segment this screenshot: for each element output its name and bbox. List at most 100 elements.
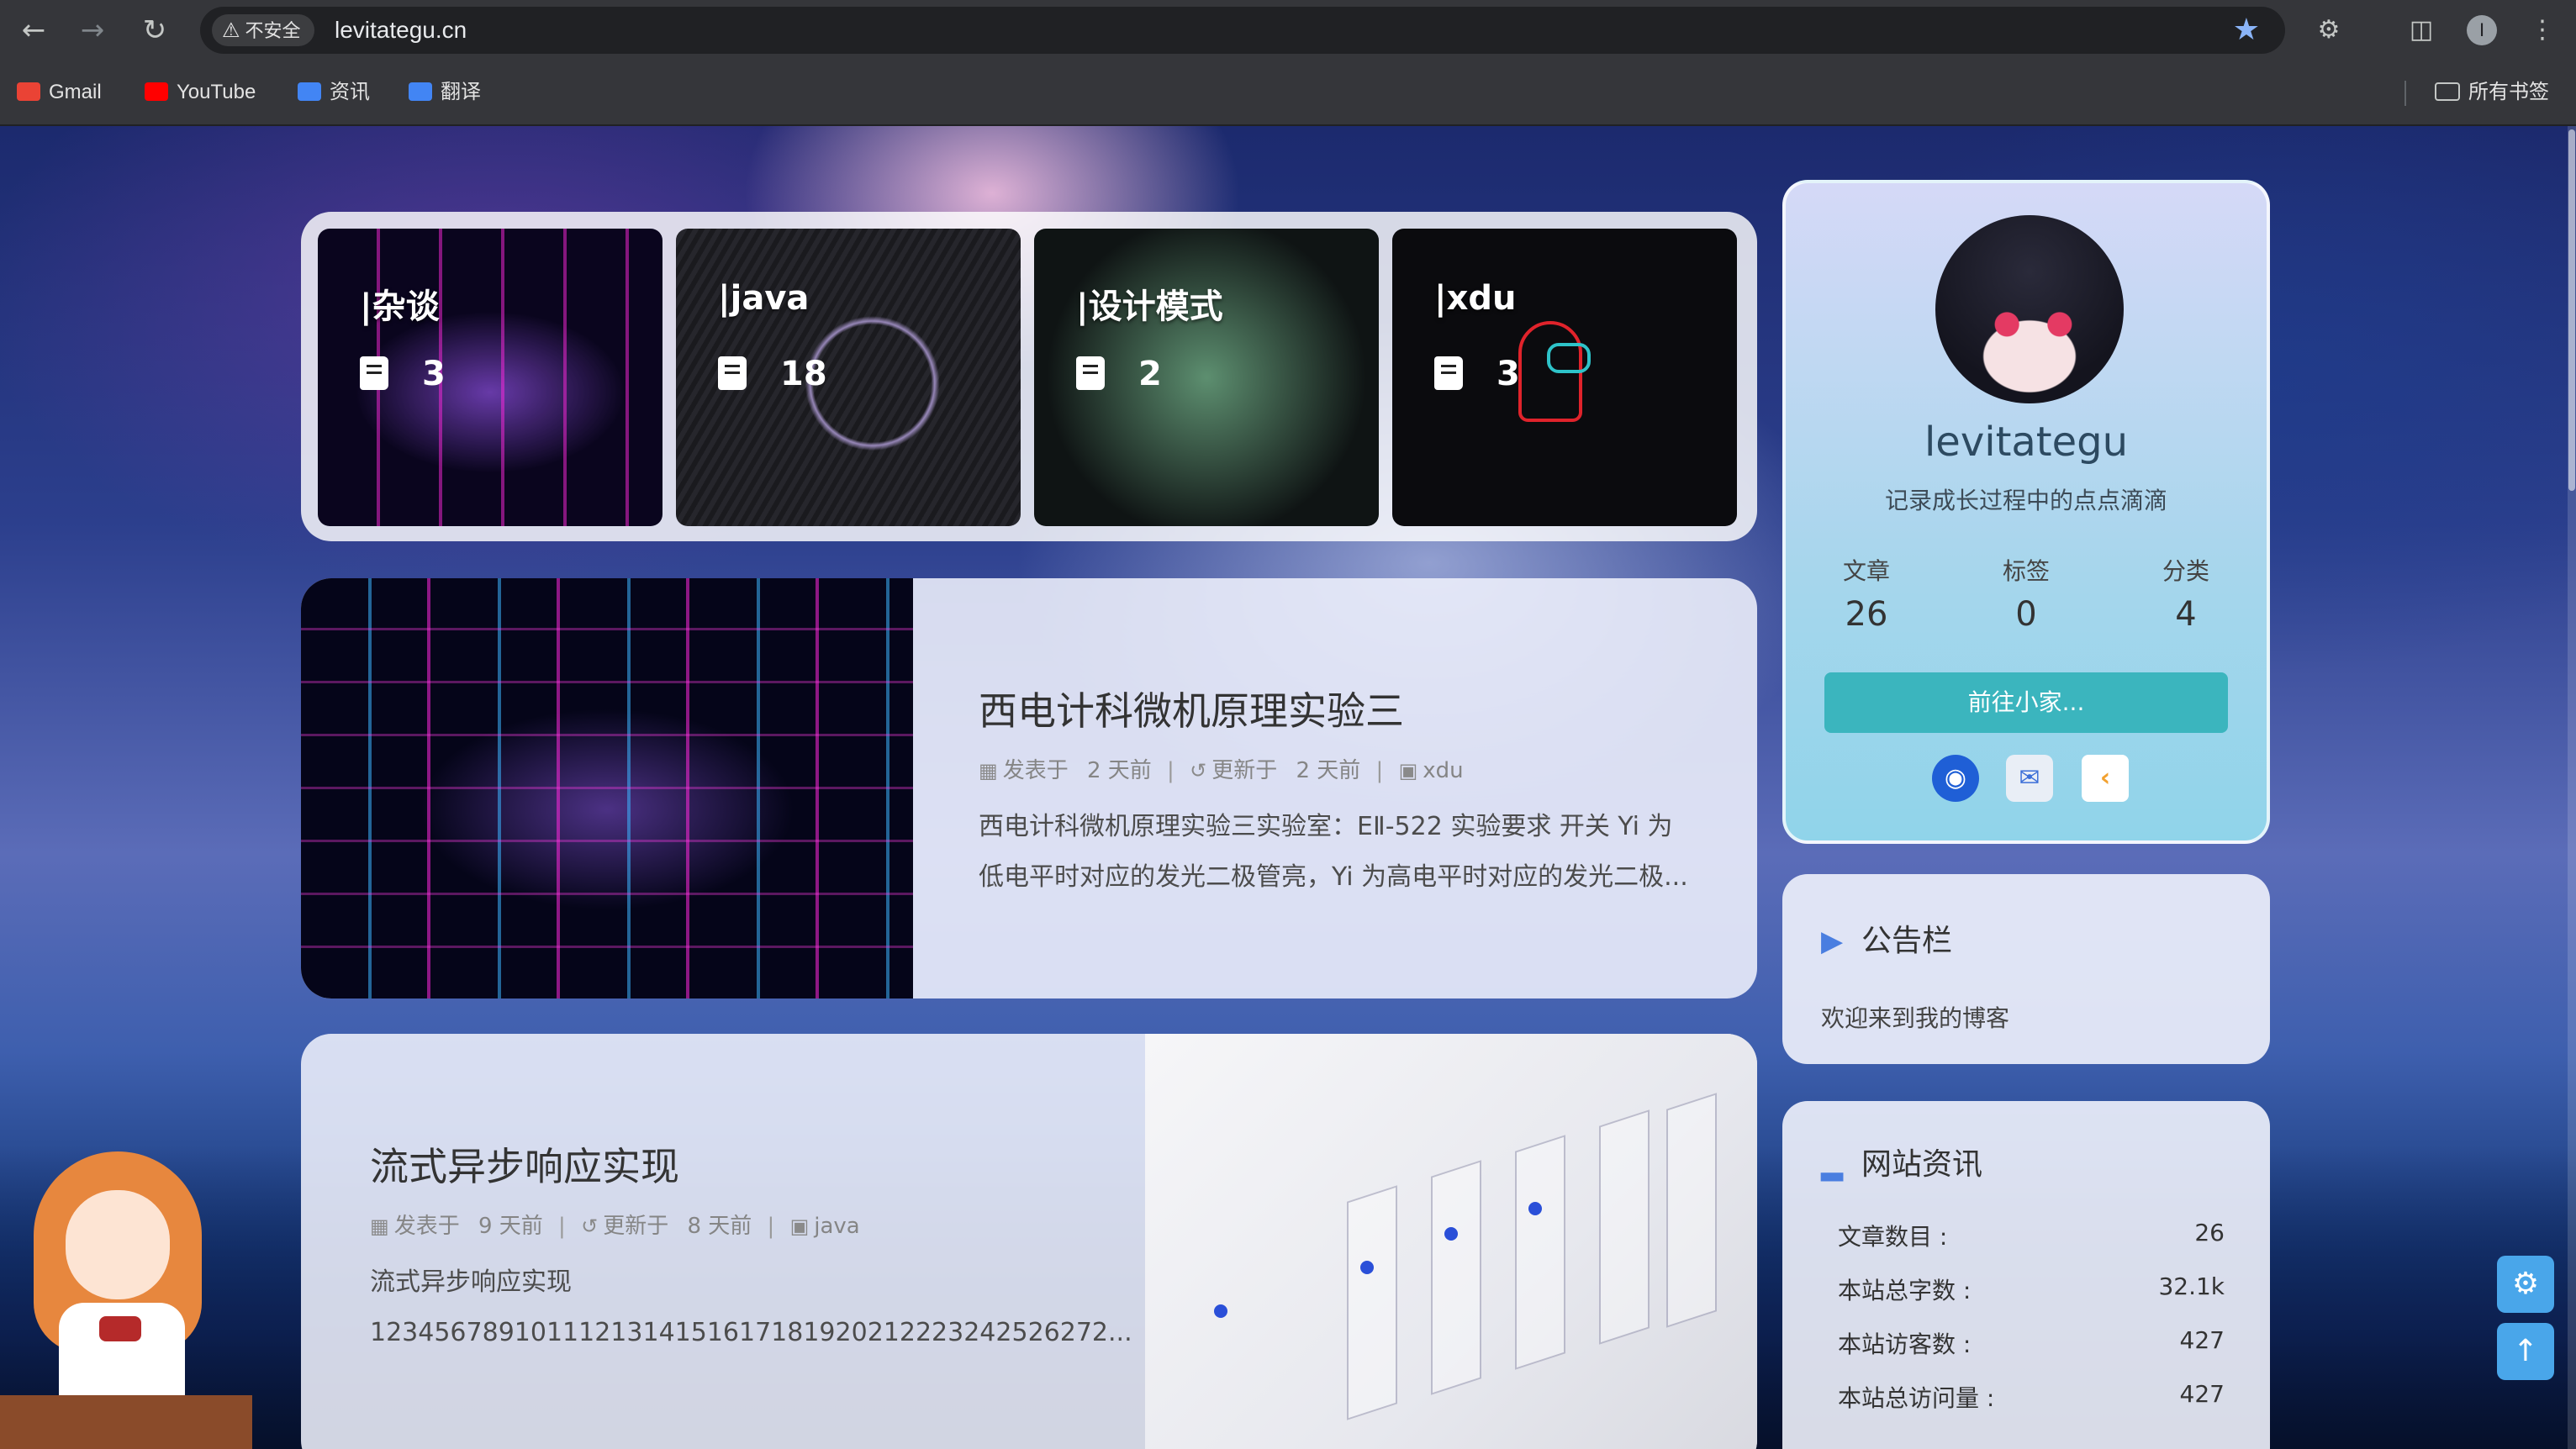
site-info-value: 427 <box>2179 1380 2225 1408</box>
bookmark-label: Gmail <box>49 81 102 103</box>
address-bar[interactable]: ⚠ 不安全 levitategu.cn ★ <box>200 7 2285 54</box>
published-date: 2 天前 <box>1086 758 1152 783</box>
mascot-face-shape <box>66 1190 170 1299</box>
calendar-icon: ▦ <box>370 1215 389 1238</box>
back-to-top-icon[interactable]: ↑ <box>2497 1323 2554 1380</box>
neural-layer-shape <box>1347 1185 1397 1420</box>
neural-node-shape <box>1528 1202 1542 1215</box>
category-count-value: 18 <box>780 355 827 393</box>
post-card[interactable]: 流式异步响应实现 ▦ 发表于 9 天前 | ↺ 更新于 8 天前 | ▣ java 流… <box>301 1034 1757 1449</box>
stat-articles[interactable]: 文章 26 <box>1799 553 1934 634</box>
post-meta: ▦ 发表于 9 天前 | ↺ 更新于 8 天前 | ▣ java <box>370 1209 860 1240</box>
category-count: 3 <box>360 355 446 393</box>
published-date: 9 天前 <box>478 1214 543 1239</box>
announcement-text: 欢迎来到我的博客 <box>1821 1004 2010 1032</box>
category-card-java[interactable]: |java 18 <box>676 229 1021 526</box>
post-excerpt: 流式异步响应实现 1234567891011121314151617181920… <box>370 1257 1132 1358</box>
bookmark-news[interactable]: 资讯 <box>298 77 370 108</box>
neural-layer-shape <box>1431 1160 1481 1395</box>
youtube-icon <box>145 82 168 101</box>
site-info-value: 32.1k <box>2158 1272 2225 1300</box>
bookmark-youtube[interactable]: YouTube <box>145 77 256 108</box>
bookmarks-divider <box>2404 81 2406 106</box>
site-info-title: 网站资讯 <box>1861 1147 1983 1182</box>
post-meta: ▦ 发表于 2 天前 | ↺ 更新于 2 天前 | ▣ xdu <box>979 753 1464 784</box>
neural-node-shape <box>1444 1227 1458 1241</box>
forward-icon[interactable]: → <box>74 12 111 49</box>
category-name: |杂谈 <box>360 287 440 326</box>
github-icon[interactable]: ◉ <box>1932 755 1979 802</box>
stat-categories[interactable]: 分类 4 <box>2119 553 2253 634</box>
translate-icon <box>409 82 432 101</box>
stat-tags[interactable]: 标签 0 <box>1959 553 2093 634</box>
author-description: 记录成长过程中的点点滴滴 <box>1884 487 2167 514</box>
post-cover-image[interactable] <box>1145 1034 1757 1449</box>
category-count: 18 <box>718 355 827 393</box>
settings-gear-icon[interactable]: ⚙ <box>2497 1256 2554 1313</box>
back-icon[interactable]: ← <box>15 12 52 49</box>
bookmark-translate[interactable]: 翻译 <box>409 77 481 108</box>
live2d-mascot[interactable] <box>0 1118 252 1449</box>
excerpt-line: 低电平时对应的发光二极管亮，Yi 为高电平时对应的发光二极... <box>979 862 1688 892</box>
book-icon <box>1434 356 1463 390</box>
category-count: 2 <box>1076 355 1162 393</box>
url-text[interactable]: levitategu.cn <box>335 7 467 54</box>
neural-layer-shape <box>1515 1135 1565 1370</box>
category-card-chat[interactable]: |杂谈 3 <box>318 229 662 526</box>
post-excerpt: 西电计科微机原理实验三实验室：EⅡ-522 实验要求 开关 Yi 为 低电平时对… <box>979 802 1688 903</box>
stat-value: 0 <box>2015 595 2037 634</box>
leetcode-icon[interactable]: ‹ <box>2082 755 2129 802</box>
post-cover-image[interactable] <box>301 578 913 998</box>
site-info-heading: ▂ 网站资讯 <box>1821 1140 1982 1183</box>
site-info-row: 本站总访问量 : 427 <box>1838 1380 2225 1417</box>
post-title[interactable]: 流式异步响应实现 <box>370 1136 679 1192</box>
site-info-label: 本站访客数 : <box>1838 1330 1972 1358</box>
category-card-xdu[interactable]: |xdu 3 <box>1392 229 1737 526</box>
excerpt-line: 流式异步响应实现 <box>370 1267 572 1297</box>
profile-avatar[interactable]: I <box>2467 15 2497 45</box>
published-label: 发表于 <box>393 1214 460 1239</box>
more-menu-icon[interactable]: ⋮ <box>2524 12 2561 49</box>
category-name: |设计模式 <box>1076 287 1223 326</box>
updated-label: 更新于 <box>1211 758 1278 783</box>
bookmarks-bar: Gmail YouTube 资讯 翻译 所有书签 <box>0 59 2576 126</box>
bookmark-gmail[interactable]: Gmail <box>17 77 102 108</box>
site-info-value: 427 <box>2179 1326 2225 1354</box>
post-title[interactable]: 西电计科微机原理实验三 <box>979 681 1404 736</box>
site-info-label: 文章数目 : <box>1838 1223 1948 1251</box>
extensions-icon[interactable]: ⚙ <box>2310 12 2347 49</box>
book-icon <box>1076 356 1105 390</box>
scrollbar-thumb[interactable] <box>2568 129 2575 491</box>
site-security-chip[interactable]: ⚠ 不安全 <box>212 14 314 46</box>
email-icon[interactable]: ✉ <box>2006 755 2053 802</box>
stat-value: 26 <box>1845 595 1888 634</box>
all-bookmarks-label: 所有书签 <box>2468 81 2549 103</box>
history-icon: ↺ <box>581 1215 599 1238</box>
neural-layer-shape <box>1599 1109 1650 1345</box>
site-info-row: 本站访客数 : 427 <box>1838 1326 2225 1363</box>
post-category-link[interactable]: xdu <box>1423 758 1463 783</box>
reload-icon[interactable]: ↻ <box>136 12 173 49</box>
stat-label: 标签 <box>2002 557 2050 585</box>
category-card-design-patterns[interactable]: |设计模式 2 <box>1034 229 1379 526</box>
neural-node-shape <box>1360 1261 1374 1274</box>
mascot-bow-shape <box>99 1316 141 1341</box>
security-label: 不安全 <box>245 21 301 42</box>
announcement-title: 公告栏 <box>1861 924 1953 958</box>
all-bookmarks-folder[interactable]: 所有书签 <box>2435 77 2549 108</box>
history-icon: ↺ <box>1190 759 1207 782</box>
side-panel-icon[interactable]: ◫ <box>2403 12 2440 49</box>
site-info-label: 本站总访问量 : <box>1838 1384 1995 1412</box>
author-name: levitategu <box>1924 419 2129 466</box>
author-profile-card: levitategu 记录成长过程中的点点滴滴 文章 26 标签 0 分类 4 … <box>1782 180 2270 844</box>
post-card[interactable]: 西电计科微机原理实验三 ▦ 发表于 2 天前 | ↺ 更新于 2 天前 | ▣ xdu… <box>301 578 1757 998</box>
meta-divider: | <box>558 1214 566 1239</box>
bookmark-star-icon[interactable]: ★ <box>2233 7 2260 54</box>
category-count-value: 3 <box>1497 355 1520 393</box>
bookmark-label: 翻译 <box>441 81 481 103</box>
page-scrollbar[interactable] <box>2568 126 2576 1449</box>
bookmark-label: 资讯 <box>330 81 370 103</box>
go-home-button[interactable]: 前往小家... <box>1824 672 2228 733</box>
post-category-link[interactable]: java <box>814 1214 859 1239</box>
updated-date: 8 天前 <box>687 1214 752 1239</box>
